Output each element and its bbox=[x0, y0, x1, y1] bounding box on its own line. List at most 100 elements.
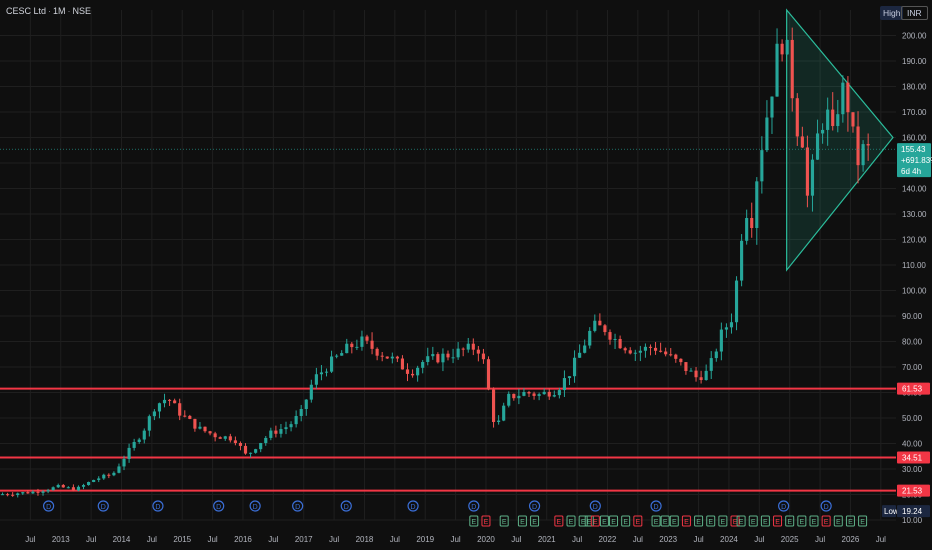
candle-body bbox=[330, 356, 334, 372]
candle-body bbox=[355, 346, 359, 348]
x-tick-label: Jul bbox=[511, 535, 521, 544]
candle-body bbox=[142, 430, 146, 440]
high-badge: High bbox=[880, 6, 904, 20]
candle-body bbox=[309, 384, 313, 400]
candle-body bbox=[785, 39, 789, 55]
candle-body bbox=[851, 112, 855, 127]
candle-body bbox=[765, 117, 769, 151]
dividend-marker-label: D bbox=[344, 504, 349, 511]
x-tick-label: Jul bbox=[876, 535, 886, 544]
dividend-marker-label: D bbox=[155, 504, 160, 511]
candle-body bbox=[31, 491, 35, 494]
candle-body bbox=[223, 436, 227, 439]
candle-body bbox=[26, 492, 30, 494]
candle-body bbox=[193, 418, 197, 429]
x-tick-label: Jul bbox=[633, 535, 643, 544]
candle-body bbox=[491, 389, 496, 422]
candle-body bbox=[557, 390, 561, 396]
candle-body bbox=[846, 82, 850, 113]
earnings-marker-label: E bbox=[502, 519, 507, 526]
symbol-name: CESC Ltd bbox=[6, 6, 47, 16]
candle-body bbox=[522, 392, 526, 396]
candle-body bbox=[532, 393, 536, 396]
candle-body bbox=[137, 439, 141, 442]
candle-body bbox=[815, 133, 820, 160]
time-axis[interactable]: Jul 2013 Jul 2014 Jul 2015 Jul 2016 Jul 2017 Jul 20… bbox=[25, 535, 886, 544]
title-separator: · bbox=[67, 6, 71, 16]
x-tick-label: 2021 bbox=[538, 535, 556, 544]
candle-body bbox=[745, 218, 749, 241]
earnings-marker-label: E bbox=[623, 519, 628, 526]
candle-body bbox=[856, 126, 860, 166]
candle-body bbox=[97, 478, 101, 480]
candle-body bbox=[416, 367, 420, 376]
candle-body bbox=[446, 353, 450, 358]
candle-body bbox=[117, 466, 121, 473]
candle-body bbox=[790, 39, 794, 99]
candle-body bbox=[740, 240, 744, 281]
x-tick-label: 2024 bbox=[720, 535, 738, 544]
candlestick-series[interactable] bbox=[0, 27, 870, 498]
candle-body bbox=[21, 492, 25, 494]
candle-body bbox=[810, 159, 815, 196]
exchange-name: NSE bbox=[72, 6, 92, 16]
currency-badge[interactable]: INR bbox=[901, 6, 928, 20]
candle-body bbox=[360, 336, 364, 347]
current-change-label: +691.83% bbox=[901, 156, 932, 165]
candle-body bbox=[466, 343, 470, 350]
candle-body bbox=[638, 350, 642, 353]
dividend-marker-label: D bbox=[216, 504, 221, 511]
level-price-label: 34.51 bbox=[902, 453, 923, 462]
earnings-marker-label: E bbox=[520, 519, 525, 526]
candle-body bbox=[486, 359, 491, 390]
candle-body bbox=[380, 355, 384, 357]
price-axis[interactable]: 10.0020.0030.0040.0050.0060.0070.0080.00… bbox=[902, 32, 927, 526]
candle-body bbox=[542, 391, 546, 395]
candle-body bbox=[350, 343, 354, 348]
candle-body bbox=[512, 393, 516, 399]
earnings-marker-label: E bbox=[763, 519, 768, 526]
level-price-label: 21.53 bbox=[902, 487, 923, 496]
dividend-marker-label: D bbox=[654, 504, 659, 511]
candle-body bbox=[507, 393, 511, 406]
candle-body bbox=[841, 82, 845, 115]
candle-body bbox=[527, 392, 531, 394]
candle-body bbox=[238, 443, 243, 446]
candle-body bbox=[719, 329, 723, 352]
candle-body bbox=[132, 441, 136, 448]
candle-body bbox=[750, 218, 754, 228]
x-tick-label: 2015 bbox=[173, 535, 191, 544]
candle-body bbox=[254, 449, 258, 453]
candle-body bbox=[866, 144, 870, 146]
x-tick-label: 2014 bbox=[113, 535, 131, 544]
candle-body bbox=[770, 96, 774, 118]
candle-body bbox=[11, 494, 15, 496]
price-chart[interactable]: D D D D D D D D D D D D D DE E E E E E E E E E E E E E E E E E E E E E E E E E… bbox=[0, 0, 932, 550]
candle-body bbox=[0, 494, 5, 496]
candle-body bbox=[461, 348, 465, 350]
y-tick-label: 140.00 bbox=[902, 185, 927, 194]
candle-body bbox=[436, 354, 440, 363]
x-tick-label: Jul bbox=[268, 535, 278, 544]
candle-body bbox=[709, 358, 713, 371]
candle-body bbox=[243, 445, 248, 454]
candle-body bbox=[208, 431, 212, 434]
candle-body bbox=[228, 436, 232, 441]
candle-body bbox=[390, 356, 394, 359]
x-tick-label: Jul bbox=[450, 535, 460, 544]
x-tick-label: 2018 bbox=[356, 535, 374, 544]
candle-body bbox=[61, 484, 65, 488]
candle-body bbox=[699, 377, 703, 381]
earnings-marker-label: E bbox=[471, 519, 476, 526]
candle-body bbox=[405, 369, 410, 374]
dividend-marker-label: D bbox=[824, 504, 829, 511]
candle-body bbox=[729, 322, 734, 328]
candle-body bbox=[836, 114, 840, 127]
x-tick-label: Jul bbox=[572, 535, 582, 544]
candle-body bbox=[643, 346, 647, 351]
y-tick-label: 50.00 bbox=[902, 414, 923, 423]
dividend-marker-label: D bbox=[253, 504, 258, 511]
timeframe[interactable]: 1M bbox=[53, 6, 66, 16]
candle-body bbox=[861, 144, 865, 166]
candle-body bbox=[669, 354, 673, 356]
